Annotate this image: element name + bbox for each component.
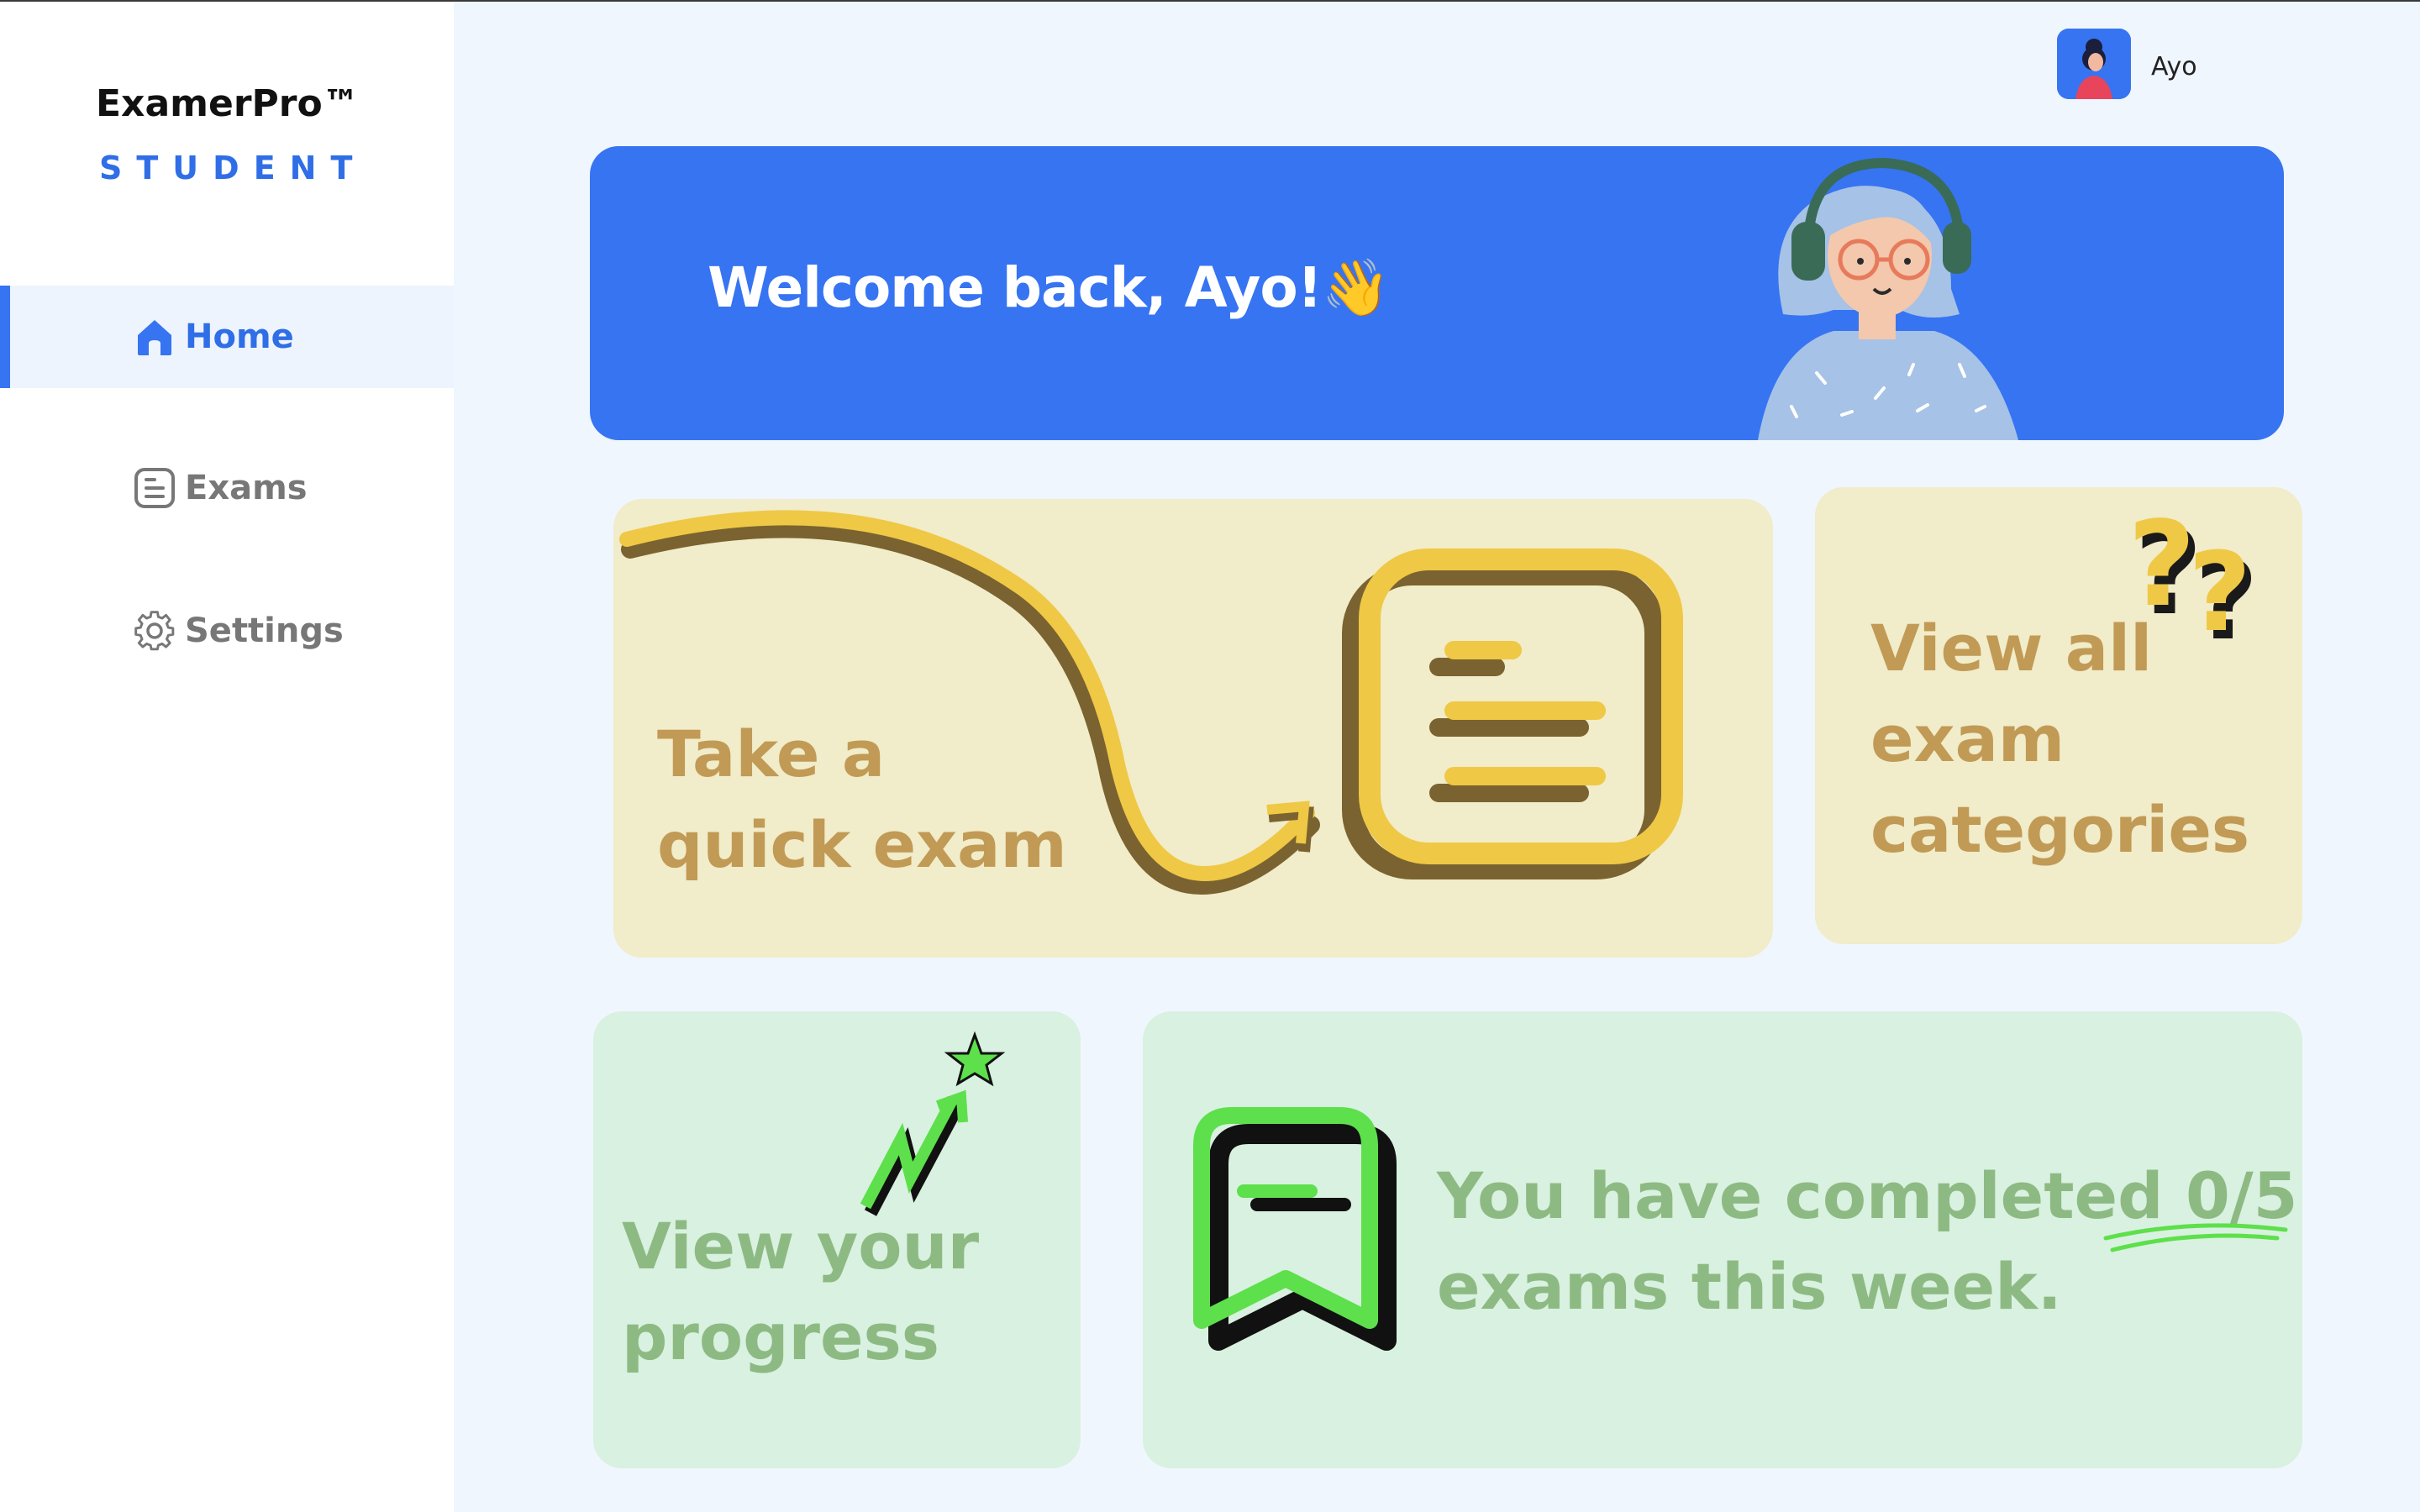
quick-exam-title: Take a quick exam: [657, 717, 1067, 882]
underline-scribble: [2103, 1223, 2288, 1252]
user-avatar-icon: [2057, 29, 2131, 99]
sidebar-item-settings[interactable]: Settings: [0, 580, 454, 682]
welcome-banner: Welcome back, Ayo!👋: [590, 146, 2284, 440]
exam-categories-title: View all exam categories: [1870, 611, 2250, 867]
progress-title: View your progress: [622, 1209, 980, 1374]
home-icon: [138, 320, 171, 355]
document-icon: [134, 468, 175, 508]
welcome-title: Welcome back, Ayo!👋: [708, 255, 1391, 320]
exam-categories-card[interactable]: ? ? ? ? View all exam categories: [1815, 487, 2302, 944]
bookmark-icon: [1193, 1107, 1397, 1351]
sidebar: ExamerPro™ STUDENT Home Exams Settings: [0, 2, 454, 1512]
sidebar-item-exams[interactable]: Exams: [0, 437, 454, 539]
gear-icon: [134, 611, 175, 651]
username[interactable]: Ayo: [2151, 52, 2197, 81]
weekly-progress-card: You have completed 0/5 exams this week.: [1143, 1011, 2302, 1468]
quick-exam-card[interactable]: Take a quick exam: [613, 499, 1773, 958]
sidebar-item-home[interactable]: Home: [0, 286, 454, 388]
avatar[interactable]: [2057, 29, 2131, 99]
brand-logo: ExamerPro™: [96, 82, 360, 125]
brand-role: STUDENT: [99, 150, 367, 186]
sidebar-item-label: Home: [185, 318, 294, 356]
sidebar-item-label: Exams: [185, 469, 308, 507]
student-headphones-illustration: [1758, 157, 2018, 440]
trending-up-icon: [860, 1031, 1006, 1216]
sidebar-item-label: Settings: [185, 612, 344, 650]
progress-card[interactable]: View your progress: [593, 1011, 1081, 1468]
